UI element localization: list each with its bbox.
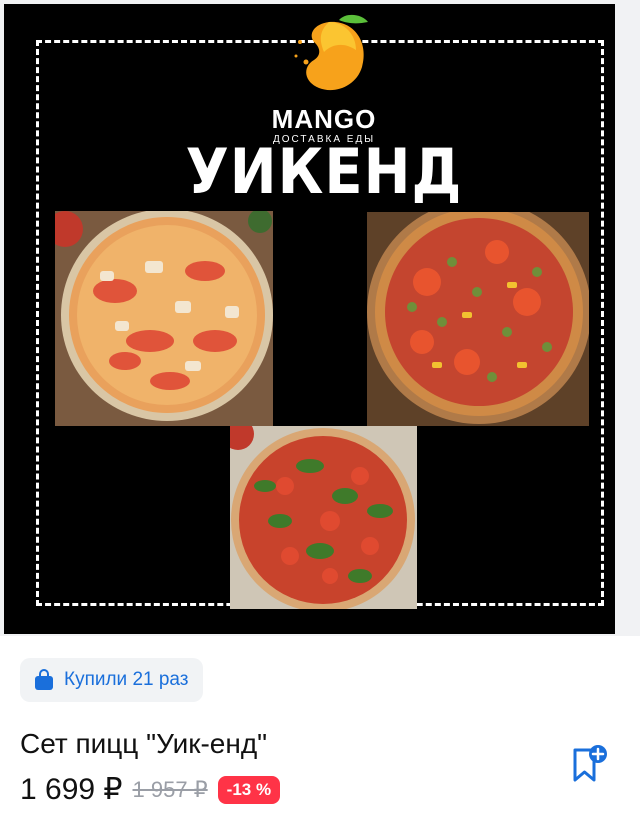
poster-headline: УИКЕНД: [185, 136, 463, 209]
current-price: 1 699 ₽: [20, 773, 123, 806]
brand-name: MANGO: [271, 104, 377, 134]
old-price: 1 957 ₽: [132, 776, 208, 802]
product-title[interactable]: Сет пицц "Уик-енд": [20, 728, 267, 760]
discount-badge: -13 %: [217, 775, 281, 804]
pizza-photo-sausage-olive: [367, 212, 589, 426]
shopping-bag-icon: [35, 669, 53, 690]
pizza-photo-chicken-tomato: [55, 211, 273, 426]
price-row: 1 699 ₽ 1 957 ₽ -13 %: [20, 772, 281, 807]
product-poster: MANGO ДОСТАВКА ЕДЫ УИКЕНД: [4, 4, 615, 634]
purchases-count-text: Купили 21 раз: [64, 669, 189, 690]
bookmark-add-icon[interactable]: [566, 744, 610, 788]
pizza-photo-margherita: [230, 426, 417, 609]
mango-logo-icon: [294, 14, 368, 91]
product-image-area[interactable]: MANGO ДОСТАВКА ЕДЫ УИКЕНД: [0, 0, 640, 636]
purchases-badge: Купили 21 раз: [20, 658, 203, 702]
